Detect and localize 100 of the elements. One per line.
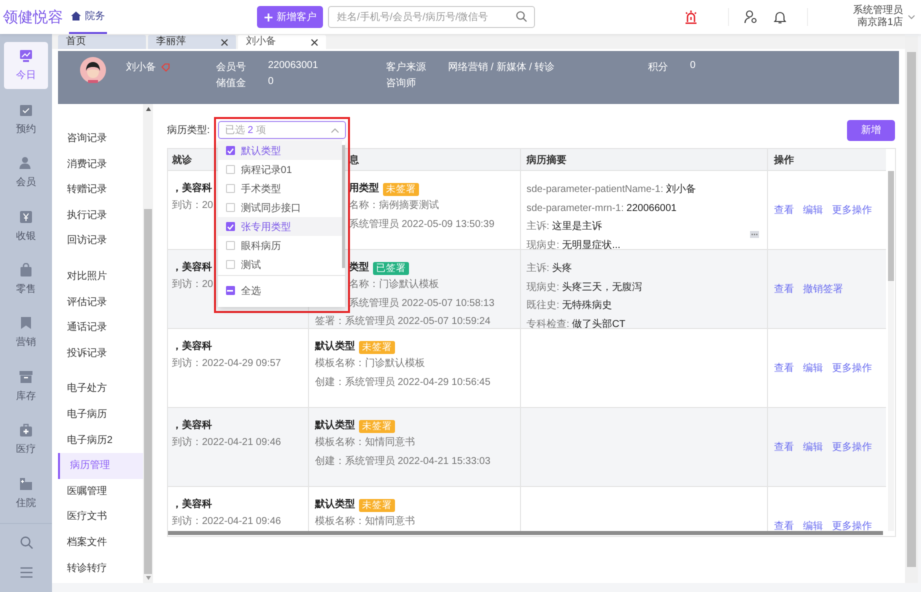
menu-item[interactable]: 评估记录	[58, 290, 143, 316]
summary-line: 现病史: 无明显症状...	[526, 238, 620, 249]
dropdown-option[interactable]: 眼科病历	[218, 236, 342, 255]
action-link[interactable]: 查看	[774, 440, 794, 454]
action-link[interactable]: 更多操作	[832, 203, 872, 217]
dropdown-option[interactable]: 手术类型	[218, 179, 342, 198]
nav-item[interactable]: 收银	[4, 202, 48, 250]
scrollbar[interactable]	[143, 104, 153, 583]
action-link[interactable]: 撤销签署	[803, 282, 844, 296]
menu-item[interactable]: 执行记录	[58, 202, 143, 228]
nav-item[interactable]: 预约	[4, 95, 48, 143]
menu-icon[interactable]	[20, 566, 32, 578]
yen-icon	[19, 210, 33, 224]
scrollbar[interactable]	[905, 36, 918, 583]
store-name: 南京路1店	[857, 17, 903, 29]
menu-item[interactable]: 投诉记录	[58, 340, 143, 366]
summary-line: 专科检查: 做了头部CT	[526, 318, 626, 328]
checkbox[interactable]	[226, 222, 235, 231]
avatar	[80, 57, 106, 83]
menu-item[interactable]: 消费记录	[58, 152, 143, 178]
record-detail: 名称：病例摘要测试	[348, 200, 439, 211]
action-link[interactable]: 编辑	[803, 519, 824, 531]
checkbox[interactable]	[226, 260, 235, 269]
summary-line: 既往史: 无特殊病史	[526, 298, 612, 313]
action-link[interactable]: 查看	[774, 203, 794, 217]
menu-item[interactable]: 转诊转疗	[58, 556, 143, 582]
menu-item[interactable]: 回访记录	[58, 228, 143, 254]
menu-item[interactable]: 医嘱管理	[58, 478, 143, 504]
dropdown-option[interactable]: 测试同步接口	[218, 198, 342, 217]
close-icon[interactable]	[221, 38, 228, 46]
menu-item[interactable]: 通话记录	[58, 315, 143, 341]
scrollbar[interactable]	[342, 145, 345, 268]
field-value: 0	[690, 60, 696, 73]
action-link[interactable]: 查看	[774, 282, 794, 296]
menu-item[interactable]: 电子病历	[58, 402, 143, 428]
more-icon[interactable]	[750, 231, 760, 238]
menu-item[interactable]: 档案文件	[58, 530, 143, 556]
user-settings-icon[interactable]	[744, 10, 758, 24]
record-type: 默认类型	[314, 340, 355, 354]
nav-item[interactable]: 医疗	[4, 416, 48, 464]
checkbox[interactable]	[226, 203, 235, 212]
menu-item[interactable]: 病历管理	[58, 453, 143, 479]
dropdown-option[interactable]: 测试	[218, 255, 342, 274]
type-select[interactable]: 已选 2 项	[218, 121, 346, 139]
scrollbar[interactable]	[888, 171, 894, 531]
field-value: 0	[268, 76, 274, 89]
checkbox[interactable]	[226, 286, 235, 295]
nav-item[interactable]: 零售	[4, 256, 48, 304]
checkbox[interactable]	[226, 241, 235, 250]
alarm-light-icon[interactable]	[684, 10, 698, 24]
select-all-option[interactable]: 全选	[218, 281, 345, 300]
tag-icon	[161, 62, 170, 72]
bell-icon[interactable]	[773, 10, 787, 24]
search-field[interactable]: 姓名/手机号/会员号/病历号/微信号	[328, 6, 535, 28]
action-link[interactable]: 查看	[774, 361, 794, 375]
action-link[interactable]: 更多操作	[832, 440, 872, 454]
record-detail: 创建：系统管理员 2022-04-29 10:56:45	[314, 376, 490, 388]
home-icon	[71, 11, 81, 21]
dropdown-option[interactable]: 张专用类型	[218, 217, 342, 236]
nav-item[interactable]: 今日	[4, 42, 48, 90]
scrollbar[interactable]	[168, 531, 883, 535]
action-link[interactable]: 编辑	[803, 203, 824, 217]
department-text: ，美容科	[172, 418, 212, 433]
action-link[interactable]: 更多操作	[832, 519, 872, 531]
plus-icon	[264, 12, 272, 22]
dropdown-option[interactable]: 病程记录01	[218, 160, 342, 179]
menu-item[interactable]: 电子病历2	[58, 428, 143, 454]
action-link[interactable]: 查看	[774, 519, 794, 531]
nav-item[interactable]: 库存	[4, 362, 48, 410]
status-badge: 未签署	[382, 182, 419, 196]
dash-icon	[227, 290, 234, 292]
tab[interactable]: 刘小备	[238, 35, 326, 49]
menu-item[interactable]: 转赠记录	[58, 177, 143, 203]
checkbox[interactable]	[226, 165, 235, 174]
close-icon[interactable]	[311, 38, 318, 46]
dropdown-option[interactable]: 默认类型	[218, 141, 342, 160]
action-link[interactable]: 编辑	[803, 361, 824, 375]
record-type: 默认类型	[314, 418, 355, 433]
calendar-icon	[19, 102, 33, 117]
summary-line: sde-parameter-patientName-1: 刘小备	[526, 182, 696, 197]
action-link[interactable]: 编辑	[803, 440, 824, 454]
action-link[interactable]: 更多操作	[832, 361, 872, 375]
menu-item[interactable]: 咨询记录	[58, 126, 143, 152]
search-icon[interactable]	[20, 536, 32, 549]
nav-item[interactable]: 会员	[4, 148, 48, 196]
checkbox[interactable]	[226, 146, 235, 155]
chevron-down-icon	[908, 14, 915, 20]
nav-item[interactable]: 营销	[4, 309, 48, 357]
menu-item[interactable]: 电子处方	[58, 376, 143, 402]
tab[interactable]: 李丽萍	[148, 35, 236, 49]
menu-item[interactable]: 医疗文书	[58, 504, 143, 530]
add-customer-button[interactable]: 新增客户	[257, 6, 323, 28]
tab[interactable]: 首页	[58, 35, 146, 49]
user-menu[interactable]: 系统管理员 南京路1店	[853, 5, 915, 29]
nav-item[interactable]: 住院	[4, 470, 48, 517]
menu-item[interactable]: 对比照片	[58, 264, 143, 290]
add-button[interactable]: 新增	[847, 120, 895, 140]
visit-time: 到访：20	[172, 278, 214, 292]
checkbox[interactable]	[226, 184, 235, 193]
record-detail: 模板名称：知情同意书	[314, 437, 415, 448]
